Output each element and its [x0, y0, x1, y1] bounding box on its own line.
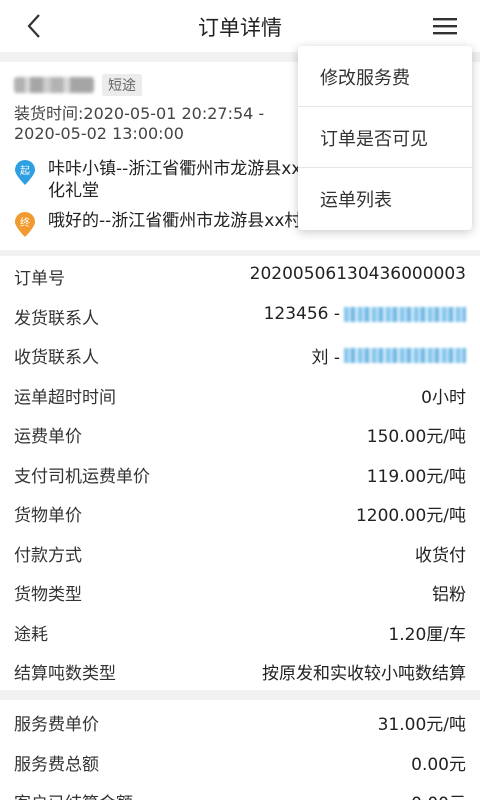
detail-row-timeout: 运单超时时间 0小时 — [0, 375, 480, 414]
order-details-card: 订单号 20200506130436000003 发货联系人 123456 - … — [0, 256, 480, 690]
detail-value: 铝粉 — [432, 585, 466, 605]
redacted-phone — [344, 306, 466, 322]
service-fee-card: 服务费单价 31.00元/吨 服务费总额 0.00元 客户已结算金额 0.00元 — [0, 700, 480, 800]
destination-badge-text: 终 — [20, 216, 30, 229]
detail-row-receiver-contact: 收货联系人 刘 - — [0, 335, 480, 374]
detail-row-settlement-type: 结算吨数类型 按原发和实收较小吨数结算 — [0, 651, 480, 690]
detail-label: 订单号 — [14, 269, 65, 289]
origin-badge-text: 起 — [20, 165, 30, 177]
detail-row-loss: 途耗 1.20厘/车 — [0, 612, 480, 651]
detail-row-shipper-contact: 发货联系人 123456 - — [0, 296, 480, 335]
origin-pin-icon: 起 — [15, 160, 35, 185]
top-bar: 订单详情 — [0, 0, 480, 52]
origin-address: 咔咔小镇--浙江省衢州市龙游县xx文化礼堂 — [48, 159, 319, 201]
detail-row-driver-freight: 支付司机运费单价 119.00元/吨 — [0, 454, 480, 493]
destination-address: 哦好的--浙江省衢州市龙游县xx村 — [48, 211, 302, 231]
detail-row-goods-type: 货物类型 铝粉 — [0, 572, 480, 611]
redacted-name — [14, 77, 94, 93]
detail-label: 途耗 — [14, 625, 48, 645]
service-value: 0.00元 — [411, 789, 466, 800]
detail-label: 运单超时时间 — [14, 388, 116, 408]
service-row-total: 服务费总额 0.00元 — [0, 742, 480, 781]
detail-label: 付款方式 — [14, 546, 82, 566]
detail-value: 按原发和实收较小吨数结算 — [262, 664, 466, 684]
service-value: 31.00元/吨 — [377, 715, 466, 735]
detail-label: 结算吨数类型 — [14, 664, 116, 684]
detail-value: 1.20厘/车 — [388, 625, 466, 645]
destination-pin-icon: 终 — [15, 212, 35, 237]
detail-row-goods-price: 货物单价 1200.00元/吨 — [0, 493, 480, 532]
detail-value: 119.00元/吨 — [366, 467, 466, 487]
detail-value: 刘 - — [311, 343, 466, 368]
detail-value: 20200506130436000003 — [249, 264, 466, 284]
service-label: 客户已结算金额 — [14, 789, 133, 800]
overflow-menu: 修改服务费 订单是否可见 运单列表 — [298, 46, 472, 230]
detail-value: 收货付 — [415, 546, 466, 566]
detail-label: 发货联系人 — [14, 309, 99, 329]
detail-label: 收货联系人 — [14, 348, 99, 368]
trip-type-badge: 短途 — [102, 74, 142, 96]
detail-label: 货物类型 — [14, 585, 82, 605]
destination-route: 终 哦好的--浙江省衢州市龙游县xx村 — [14, 210, 333, 238]
detail-value: 1200.00元/吨 — [355, 506, 466, 526]
service-row-unit-price: 服务费单价 31.00元/吨 — [0, 702, 480, 741]
detail-value: 123456 - — [264, 304, 466, 324]
detail-label: 运费单价 — [14, 427, 82, 447]
service-row-settled: 客户已结算金额 0.00元 — [0, 781, 480, 800]
service-value: 0.00元 — [411, 755, 466, 775]
origin-route: 起 咔咔小镇--浙江省衢州市龙游县xx文化礼堂 — [14, 158, 333, 202]
service-label: 服务费单价 — [14, 715, 99, 735]
hamburger-menu-icon[interactable] — [432, 15, 458, 37]
load-time: 装货时间:2020-05-01 20:27:54 - 2020-05-02 13… — [14, 104, 265, 143]
service-label: 服务费总额 — [14, 755, 99, 775]
detail-row-freight-price: 运费单价 150.00元/吨 — [0, 414, 480, 453]
detail-label: 货物单价 — [14, 506, 82, 526]
page-title: 订单详情 — [198, 16, 282, 40]
detail-value: 150.00元/吨 — [366, 427, 466, 447]
shipper-name-row: 短途 — [14, 74, 142, 96]
menu-item-waybill-list[interactable]: 运单列表 — [298, 168, 472, 229]
menu-item-order-visibility[interactable]: 订单是否可见 — [298, 107, 472, 168]
detail-label: 支付司机运费单价 — [14, 467, 150, 487]
detail-value: 0小时 — [421, 388, 466, 408]
redacted-phone — [344, 348, 466, 363]
menu-item-edit-service-fee[interactable]: 修改服务费 — [298, 46, 472, 107]
detail-row-order-no: 订单号 20200506130436000003 — [0, 256, 480, 295]
detail-row-payment-method: 付款方式 收货付 — [0, 533, 480, 572]
